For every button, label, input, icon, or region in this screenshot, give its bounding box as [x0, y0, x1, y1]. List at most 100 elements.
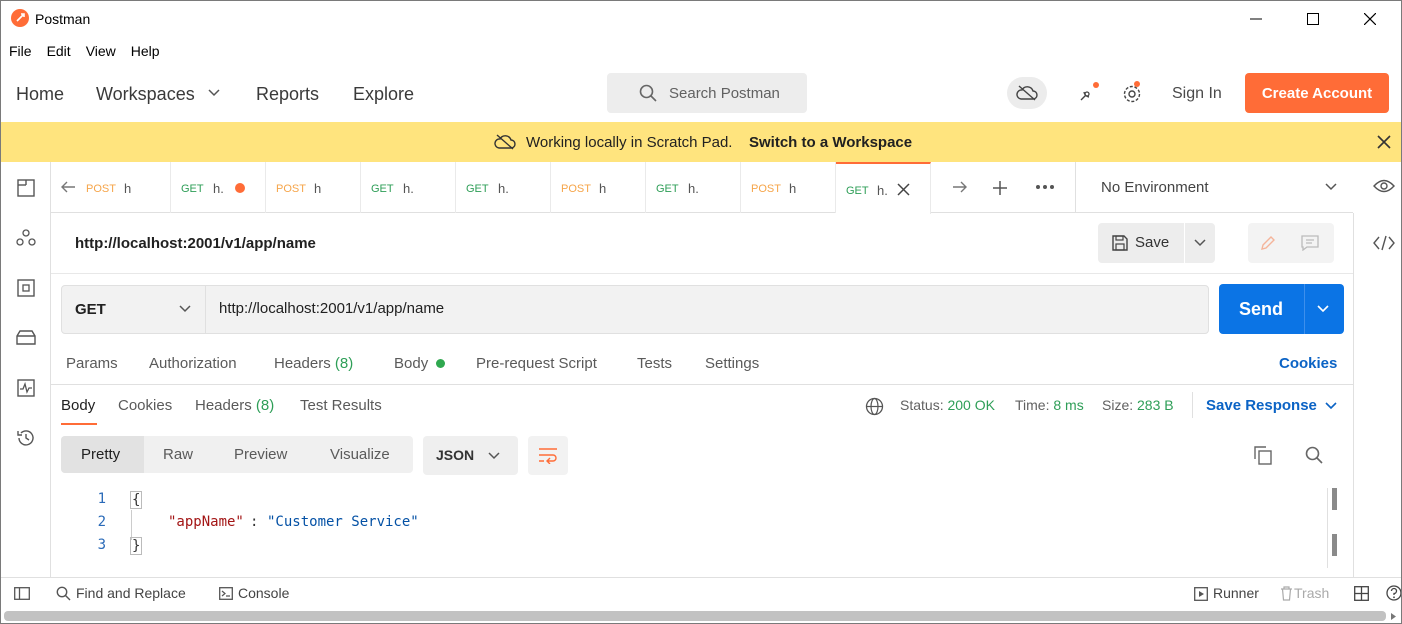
save-response-button[interactable]: Save Response [1206, 397, 1317, 414]
request-tab[interactable]: GET h. [646, 162, 741, 213]
environment-select[interactable]: No Environment [1101, 179, 1209, 196]
menu-help[interactable]: Help [131, 38, 160, 64]
satellite-button[interactable] [1077, 82, 1099, 104]
tab-name: h. [498, 181, 509, 196]
sync-status-button[interactable] [1007, 77, 1047, 109]
status-bar [0, 577, 1402, 610]
console-button[interactable]: Console [238, 585, 289, 601]
settings-button[interactable] [1121, 81, 1145, 105]
visualize-button[interactable]: Visualize [330, 446, 390, 463]
size-label: Size: [1102, 397, 1134, 413]
maximize-button[interactable] [1290, 0, 1336, 38]
divider [51, 384, 1353, 385]
save-button[interactable]: Save [1098, 223, 1184, 263]
close-icon[interactable] [897, 183, 910, 196]
json-value[interactable]: "Customer Service" [267, 514, 419, 530]
chevron-down-icon[interactable] [1325, 402, 1337, 410]
pencil-icon[interactable] [1260, 235, 1276, 251]
apis-icon[interactable] [15, 227, 37, 249]
globe-icon[interactable] [865, 397, 884, 416]
tab-method: POST [751, 183, 781, 195]
sign-in-button[interactable]: Sign In [1172, 85, 1222, 103]
nav-explore[interactable]: Explore [353, 84, 414, 105]
request-tab[interactable]: POST h [76, 162, 171, 213]
tab-body[interactable]: Body [394, 355, 428, 372]
eye-icon[interactable] [1373, 178, 1395, 194]
tab-method: GET [466, 183, 489, 195]
code-scrollbar[interactable] [1327, 488, 1341, 568]
response-tab-test-results[interactable]: Test Results [300, 397, 382, 414]
tab-tests[interactable]: Tests [637, 355, 672, 372]
horizontal-scrollbar[interactable] [4, 611, 1386, 621]
left-sidebar [0, 162, 51, 577]
menu-view[interactable]: View [86, 38, 116, 64]
raw-button[interactable]: Raw [163, 446, 193, 463]
request-tab[interactable]: POST h [266, 162, 361, 213]
chevron-down-icon[interactable] [1317, 305, 1329, 313]
tab-headers[interactable]: Headers (8) [274, 355, 353, 372]
preview-button[interactable]: Preview [234, 446, 287, 463]
sidebar-toggle-icon[interactable] [14, 587, 30, 600]
request-title[interactable]: http://localhost:2001/v1/app/name [75, 235, 316, 252]
chevron-down-icon[interactable] [1325, 183, 1337, 191]
response-tab-headers[interactable]: Headers (8) [195, 397, 274, 414]
request-tab[interactable]: POST h [551, 162, 646, 213]
runner-button[interactable]: Runner [1213, 585, 1259, 601]
monitors-icon[interactable] [15, 377, 37, 399]
menu-edit[interactable]: Edit [47, 38, 71, 64]
request-tab[interactable]: GET h. [361, 162, 456, 213]
collections-icon[interactable] [15, 177, 37, 199]
tab-name: h. [403, 181, 414, 196]
code-close-brace: } [130, 537, 143, 555]
mock-servers-icon[interactable] [15, 327, 37, 349]
tab-settings[interactable]: Settings [705, 355, 759, 372]
scroll-right-icon[interactable] [1389, 612, 1399, 621]
request-tab[interactable]: GET h. [171, 162, 266, 213]
nav-home[interactable]: Home [16, 84, 64, 105]
search-icon[interactable] [1305, 446, 1324, 465]
tab-method: GET [656, 183, 679, 195]
request-tab-active[interactable]: GET h. [836, 162, 931, 214]
help-icon[interactable] [1386, 585, 1402, 601]
history-icon[interactable] [15, 427, 37, 449]
arrow-right-icon[interactable] [952, 180, 968, 194]
trash-button[interactable]: Trash [1294, 585, 1329, 601]
menu-bar: File Edit View Help [0, 38, 1402, 64]
comment-icon[interactable] [1301, 235, 1319, 251]
two-pane-icon[interactable] [1354, 586, 1369, 601]
save-options-button[interactable] [1185, 223, 1215, 263]
tab-method: GET [181, 183, 204, 195]
unsaved-dot [235, 183, 245, 193]
arrow-left-icon[interactable] [60, 180, 76, 194]
more-icon[interactable] [1036, 184, 1054, 190]
tab-name: h [599, 181, 607, 196]
switch-workspace-link[interactable]: Switch to a Workspace [749, 134, 912, 151]
edit-comment-group [1248, 223, 1334, 263]
response-tab-body[interactable]: Body [61, 397, 95, 414]
response-tab-cookies[interactable]: Cookies [118, 397, 172, 414]
tab-pre-request-script[interactable]: Pre-request Script [476, 355, 597, 372]
chevron-down-icon[interactable] [208, 89, 220, 97]
request-tab[interactable]: GET h. [456, 162, 551, 213]
minimize-button[interactable] [1233, 0, 1279, 38]
create-account-button[interactable]: Create Account [1245, 73, 1389, 113]
menu-file[interactable]: File [9, 38, 32, 64]
close-icon[interactable] [1377, 135, 1391, 149]
json-key[interactable]: "appName" [168, 514, 244, 530]
pretty-label: Pretty [81, 446, 121, 463]
environments-icon[interactable] [15, 277, 37, 299]
tab-params[interactable]: Params [66, 355, 118, 372]
close-window-button[interactable] [1347, 0, 1393, 38]
request-tab[interactable]: POST h [741, 162, 836, 213]
nav-reports[interactable]: Reports [256, 84, 319, 105]
runner-icon [1194, 587, 1208, 601]
tab-authorization[interactable]: Authorization [149, 355, 237, 372]
nav-workspaces[interactable]: Workspaces [96, 84, 195, 105]
cookies-link[interactable]: Cookies [1279, 355, 1337, 372]
postman-logo-icon [11, 9, 29, 27]
find-replace-button[interactable]: Find and Replace [76, 585, 186, 601]
copy-icon[interactable] [1254, 446, 1272, 465]
plus-icon[interactable] [992, 180, 1008, 196]
code-icon[interactable] [1373, 235, 1395, 251]
wrap-lines-button[interactable] [528, 436, 568, 475]
